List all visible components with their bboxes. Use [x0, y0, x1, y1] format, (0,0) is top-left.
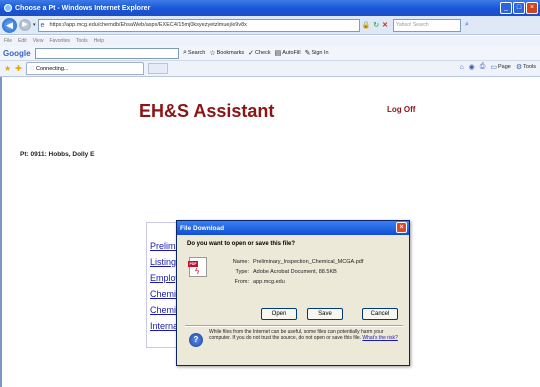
google-search-button[interactable]: ⌕ Search — [183, 49, 205, 57]
warning-text: While files from the Internet can be use… — [209, 329, 384, 342]
window-title: Choose a Pt - Windows Internet Explorer — [15, 4, 151, 12]
search-input[interactable]: Yahoo! Search — [392, 18, 461, 32]
menu-tools[interactable]: Tools — [76, 38, 88, 44]
dialog-titlebar: File Download — [177, 221, 409, 235]
page-menu[interactable]: ▭ Page — [490, 63, 510, 71]
google-check-button[interactable]: ✓ Check — [248, 49, 270, 57]
search-icon[interactable]: ⌕ — [465, 21, 469, 29]
app-title: EH&S Assistant — [139, 101, 275, 121]
refresh-icon[interactable]: ↻ — [373, 21, 379, 29]
risk-link[interactable]: What's the risk? — [362, 335, 397, 341]
pdf-file-icon: PDF ϟ — [188, 257, 207, 277]
from-label: From: — [234, 279, 249, 285]
add-favorite-icon[interactable]: ✚ — [15, 64, 22, 73]
google-signin-button[interactable]: ✎ Sign In — [305, 49, 329, 57]
google-toolbar: Google ⌕ Search ☆ Bookmarks ✓ Check ▤ AutoFi… — [0, 46, 540, 61]
google-autofill-button[interactable]: ▤ AutoFill — [275, 49, 301, 57]
feeds-icon[interactable]: ◉ — [469, 63, 475, 71]
dialog-separator — [185, 325, 403, 327]
back-button[interactable]: ◀ — [2, 17, 17, 33]
menu-view[interactable]: View — [33, 38, 44, 44]
google-search-input[interactable] — [35, 47, 179, 59]
page-icon: e — [40, 21, 45, 29]
gear-icon: ⚙ — [515, 64, 523, 71]
autofill-icon: ▤ — [274, 50, 282, 57]
maximize-button[interactable]: □ — [513, 2, 525, 14]
search-icon: ⌕ — [183, 49, 187, 56]
dialog-close-button[interactable]: × — [396, 222, 407, 233]
page-menu-icon: ▭ — [490, 64, 498, 71]
file-download-dialog: File Download × Do you want to open or s… — [176, 220, 410, 366]
dialog-title: File Download — [180, 224, 225, 232]
tab-current[interactable]: ◌ Connecting... — [25, 62, 144, 75]
home-icon[interactable]: ⌂ — [459, 64, 463, 71]
file-name: Preliminary_Inspection_Chemical_MCGA.pdf — [253, 259, 364, 265]
window-titlebar: Choose a Pt - Windows Internet Explorer … — [0, 0, 540, 16]
star-icon: ☆ — [209, 50, 216, 57]
file-source: app.mcg.edu — [253, 279, 285, 285]
menu-help[interactable]: Help — [94, 38, 104, 44]
logoff-link[interactable]: Log Off — [387, 105, 415, 114]
address-toolbar: ◀ ▶ ▾ e https://app.mcg.edu/chemdb/EhsaW… — [0, 16, 540, 35]
dialog-question: Do you want to open or save this file? — [187, 241, 296, 247]
command-bar: ⌂ ◉ ⎙ ▭ Page ⚙ Tools — [459, 63, 536, 71]
name-label: Name: — [232, 259, 249, 265]
open-button[interactable]: Open — [261, 308, 297, 320]
address-text: https://app.mcg.edu/chemdb/EhsaWeb/aspx/… — [49, 22, 247, 28]
menu-edit[interactable]: Edit — [18, 38, 27, 44]
check-icon: ✓ — [248, 50, 255, 57]
menu-bar: File Edit View Favorites Tools Help — [0, 36, 540, 46]
close-window-button[interactable]: × — [526, 2, 538, 14]
lock-icon[interactable]: 🔒 — [362, 21, 371, 29]
file-type: Adobe Acrobat Document, 88.5KB — [253, 269, 337, 275]
forward-button[interactable]: ▶ — [19, 19, 31, 31]
window-controls: _ □ × — [500, 2, 538, 14]
tabs-bar: ★ ✚ ◌ Connecting... ⌂ ◉ ⎙ ▭ Page ⚙ Tools — [0, 61, 540, 77]
tab-label: Connecting... — [36, 65, 69, 72]
internet-explorer-icon — [4, 4, 12, 12]
wrench-icon: ✎ — [304, 50, 311, 57]
stop-icon[interactable]: ✕ — [382, 21, 388, 29]
favorites-star-icon[interactable]: ★ — [4, 64, 11, 73]
save-button[interactable]: Save — [307, 308, 343, 320]
patient-label: Pt: 0911: Hobbs, Dolly E — [20, 151, 95, 158]
security-warning: While files from the Internet can be use… — [209, 329, 405, 341]
print-icon[interactable]: ⎙ — [480, 63, 486, 71]
google-logo: Google — [3, 48, 31, 58]
history-dropdown-icon[interactable]: ▾ — [33, 22, 36, 28]
tools-menu[interactable]: ⚙ Tools — [516, 63, 536, 71]
menu-file[interactable]: File — [4, 38, 12, 44]
type-label: Type: — [235, 269, 249, 275]
google-bookmarks-button[interactable]: ☆ Bookmarks — [209, 49, 244, 57]
cancel-button[interactable]: Cancel — [362, 308, 398, 320]
minimize-button[interactable]: _ — [500, 2, 512, 14]
address-actions: 🔒 ↻ ✕ — [362, 21, 388, 29]
security-shield-icon: ? — [189, 333, 203, 347]
new-tab-button[interactable] — [147, 63, 168, 74]
loading-icon: ◌ — [29, 65, 35, 72]
address-input[interactable]: e https://app.mcg.edu/chemdb/EhsaWeb/asp… — [37, 18, 360, 32]
menu-favorites[interactable]: Favorites — [49, 38, 70, 44]
